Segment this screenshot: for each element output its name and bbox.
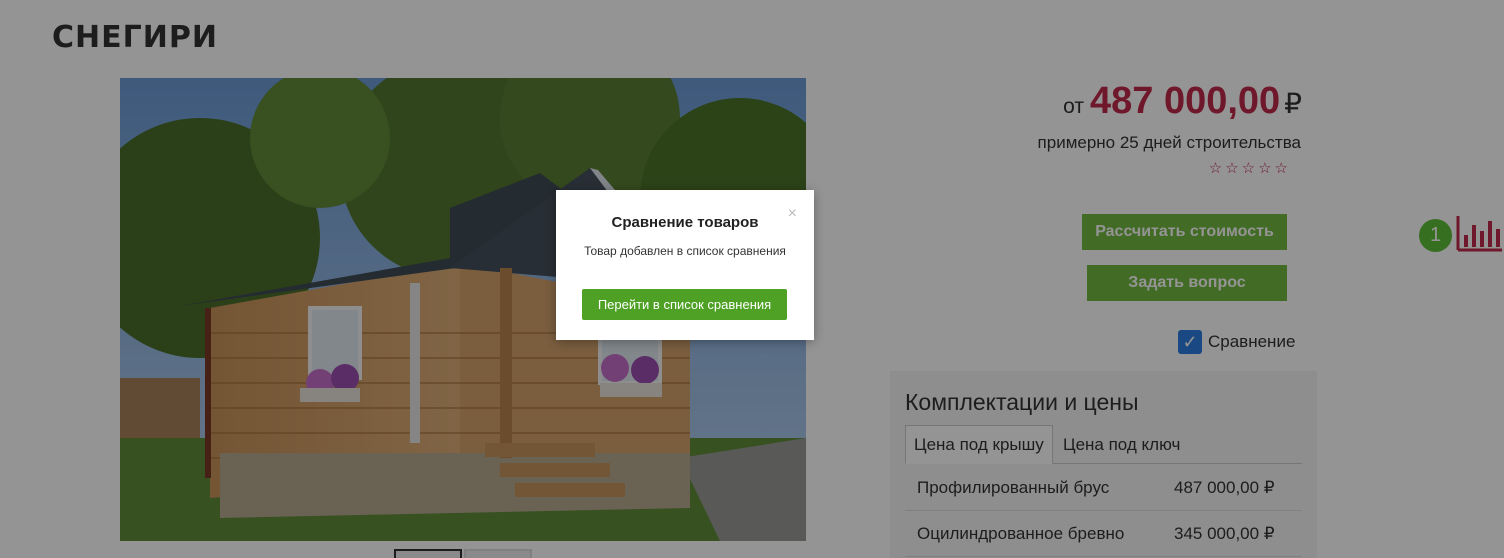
modal-message: Товар добавлен в список сравнения [584, 244, 786, 258]
compare-added-modal: × Сравнение товаров Товар добавлен в спи… [556, 190, 814, 340]
modal-title: Сравнение товаров [611, 214, 759, 231]
go-to-compare-button[interactable]: Перейти в список сравнения [582, 289, 787, 320]
